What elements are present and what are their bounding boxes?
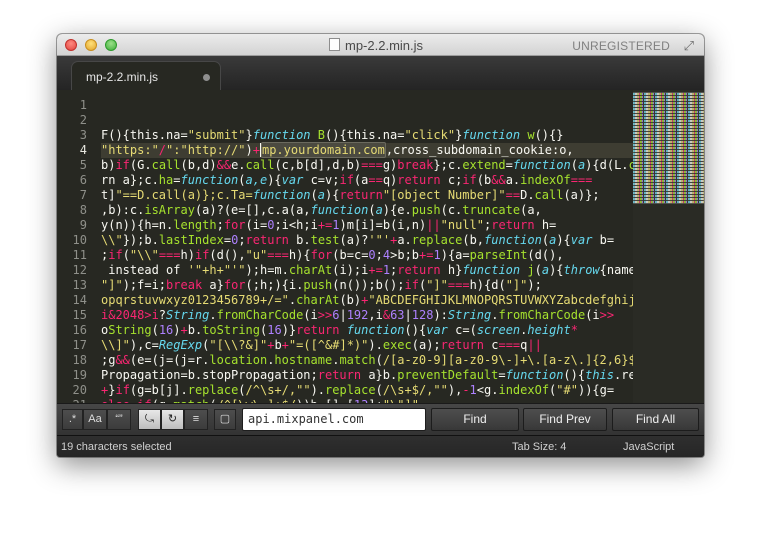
- code-area[interactable]: F(){this.na="submit"}function B(){this.n…: [101, 90, 633, 403]
- line-number-active: 4: [79, 143, 87, 157]
- line-number: 6: [79, 173, 87, 187]
- code-line: ;g&&(e=(j=(j=r.location.hostname.match(/…: [101, 353, 633, 367]
- context-box-icon: ▢: [219, 413, 231, 425]
- search-match-highlight: mp.yourdomain.com: [260, 142, 386, 158]
- syntax-selector[interactable]: JavaScript: [623, 441, 674, 453]
- line-number: 7: [79, 188, 87, 202]
- code-line: \\]"),c=RegExp("[\\?&]"+b+"=([^&#]*)").e…: [101, 338, 542, 352]
- highlight-matches-icon: ≡: [192, 413, 200, 425]
- line-number: 16: [72, 323, 87, 337]
- code-line: t]"==D.call(a)};c.Ta=function(a){return"…: [101, 188, 600, 202]
- line-number: 10: [72, 233, 87, 247]
- fullscreen-icon[interactable]: ⤢: [684, 38, 694, 54]
- editor-window: mp-2.2.min.js UNREGISTERED ⤢ mp-2.2.min.…: [57, 34, 704, 457]
- find-all-button[interactable]: Find All: [612, 408, 699, 431]
- code-line: opqrstuvwxyz0123456789+/=".charAt(b)+"AB…: [101, 293, 633, 307]
- line-number: 1: [79, 98, 87, 112]
- code-line: F(){this.na="submit"}function B(){this.n…: [101, 128, 564, 142]
- line-number-gutter: 1 2 3 4 5 6 7 8 9 10 11 12 13 14 15 16 1…: [57, 90, 93, 403]
- case-sensitive-toggle[interactable]: Aa: [83, 409, 107, 430]
- document-icon: [329, 38, 340, 51]
- code-line-current: "https:"/":"http://")+ mp.yourdomain.com,…: [101, 142, 633, 158]
- window-title: mp-2.2.min.js: [345, 38, 424, 53]
- selection-status: 19 characters selected: [61, 441, 172, 453]
- minimap-viewport[interactable]: [633, 92, 704, 204]
- line-number: 18: [72, 353, 87, 367]
- code-line: \\"});b.lastIndex=0;return b.test(a)?'"'…: [101, 233, 615, 247]
- code-line: Propagation=b.stopPropagation;return a}b…: [101, 368, 633, 382]
- zoom-window-button[interactable]: [105, 39, 117, 51]
- regex-toggle[interactable]: .*: [62, 409, 83, 430]
- line-number: 8: [79, 203, 87, 217]
- line-number: 17: [72, 338, 87, 352]
- wrap-icon: ⤿: [144, 413, 155, 425]
- minimap[interactable]: [633, 90, 704, 403]
- wrap-around-toggle[interactable]: ⤿: [138, 409, 161, 430]
- tab-label: mp-2.2.min.js: [86, 70, 159, 84]
- find-panel: .* Aa “” ⤿ ↻ ≡ ▢ api.mixpanel.com Find F…: [57, 403, 704, 435]
- code-editor[interactable]: 1 2 3 4 5 6 7 8 9 10 11 12 13 14 15 16 1…: [57, 90, 704, 403]
- find-prev-button[interactable]: Find Prev: [523, 408, 607, 431]
- code-line: b)if(G.call(b,d)&&e.call(c,b[d],d,b)===g…: [101, 158, 633, 172]
- minimize-window-button[interactable]: [85, 39, 97, 51]
- line-number: 15: [72, 308, 87, 322]
- tab-bar: mp-2.2.min.js: [57, 56, 704, 91]
- code-line: instead of '"+h+"'");h=m.charAt(i);i+=1;…: [101, 263, 633, 277]
- line-number: 12: [72, 263, 87, 277]
- line-number: 11: [72, 248, 87, 262]
- whole-word-toggle[interactable]: “”: [107, 409, 131, 430]
- code-line: y(n)){h=n.length;for(i=0;i<h;i+=1)m[i]=b…: [101, 218, 557, 232]
- code-line: i&2048>i?String.fromCharCode(i>>6|192,i&…: [101, 308, 615, 322]
- code-line: ;if("\\"===h)if(d(),"u"===h){for(b=c=0;4…: [101, 248, 564, 262]
- close-window-button[interactable]: [65, 39, 77, 51]
- unregistered-label: UNREGISTERED: [572, 39, 670, 53]
- unsaved-dot-icon[interactable]: [203, 74, 210, 81]
- code-line: oString(16)+b.toString(16)}return functi…: [101, 323, 578, 337]
- code-line: +}if(g=b[j].replace(/^\s+/,"").replace(/…: [101, 383, 615, 397]
- line-number: 14: [72, 293, 87, 307]
- line-number: 19: [72, 368, 87, 382]
- title-bar: mp-2.2.min.js UNREGISTERED ⤢: [57, 34, 704, 56]
- status-bar: 19 characters selected Tab Size: 4 JavaS…: [57, 435, 704, 457]
- line-number: 9: [79, 218, 87, 232]
- line-number: 2: [79, 113, 87, 127]
- find-button[interactable]: Find: [431, 408, 519, 431]
- line-number: 3: [79, 128, 87, 142]
- in-selection-icon: ↻: [167, 413, 178, 425]
- line-number: 20: [72, 383, 87, 397]
- show-context-toggle[interactable]: ▢: [214, 409, 236, 430]
- tab-mp-2-2-min-js[interactable]: mp-2.2.min.js: [71, 61, 221, 90]
- line-number: 13: [72, 278, 87, 292]
- find-input[interactable]: api.mixpanel.com: [242, 408, 426, 431]
- in-selection-toggle[interactable]: ↻: [161, 409, 184, 430]
- highlight-matches-toggle[interactable]: ≡: [184, 409, 208, 430]
- code-line: ,b):c.isArray(a)?(e=[],c.a(a,function(a)…: [101, 203, 542, 217]
- tab-size-selector[interactable]: Tab Size: 4: [512, 441, 566, 453]
- code-line: "]");f=i;break a}for(;h;){i.push(n());b(…: [101, 278, 542, 292]
- code-line: rn a};c.ha=function(a,e){var c=v;if(a==q…: [101, 173, 593, 187]
- line-number: 5: [79, 158, 87, 172]
